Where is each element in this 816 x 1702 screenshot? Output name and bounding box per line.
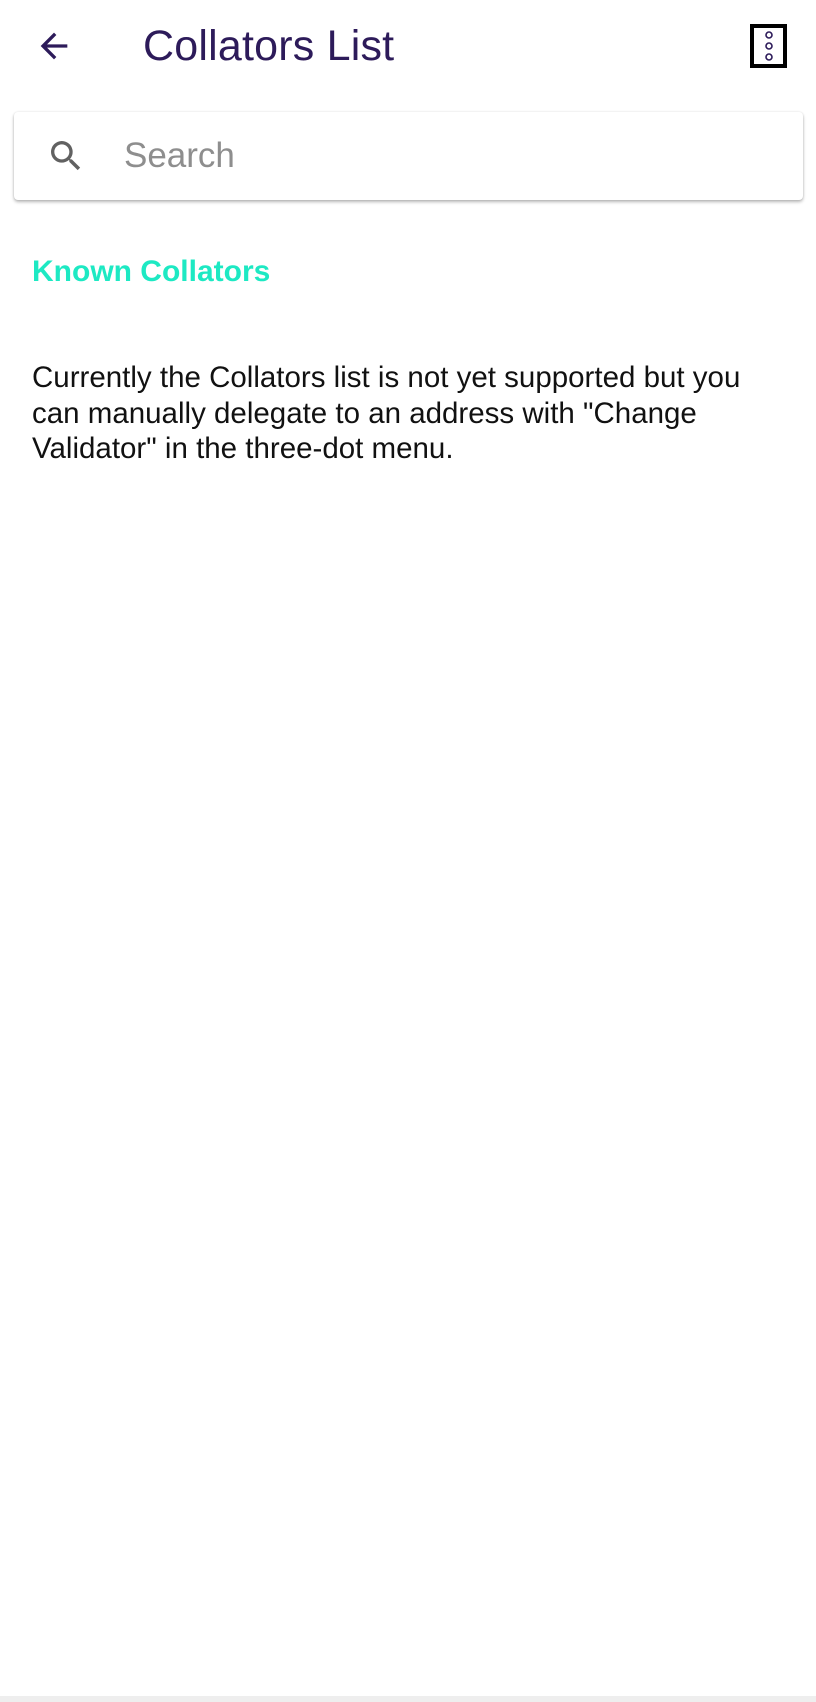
known-collators-heading: Known Collators <box>32 255 271 288</box>
search-bar <box>14 112 803 200</box>
arrow-left-icon <box>40 32 68 60</box>
app-bar: Collators List <box>0 0 816 92</box>
page-title: Collators List <box>143 22 395 70</box>
search-input[interactable] <box>122 130 764 182</box>
collators-unsupported-message: Currently the Collators list is not yet … <box>32 361 741 465</box>
back-button[interactable] <box>28 20 80 72</box>
search-icon <box>44 134 88 178</box>
more-vert-icon <box>764 31 773 61</box>
more-options-button[interactable] <box>750 24 787 68</box>
bottom-divider <box>0 1696 816 1702</box>
